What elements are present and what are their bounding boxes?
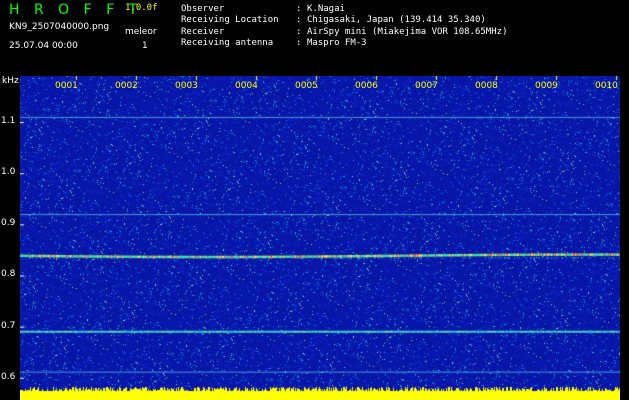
y-tick-label: 0.8	[1, 269, 16, 280]
filename-label: KN9_2507040000.png	[9, 22, 110, 32]
location-value: Chigasaki, Japan (139.414 35.340)	[307, 15, 486, 25]
meleor-label: meleor	[125, 27, 157, 37]
y-tick-label: 1.1	[1, 116, 16, 127]
observer-label: Observer	[181, 4, 225, 14]
datetime-label: 25.07.04 00:00	[9, 41, 78, 51]
receiver-sep: :	[296, 27, 302, 37]
x-tick-label: 0008	[475, 81, 498, 91]
count-value: 1	[142, 41, 148, 51]
x-tick-label: 0003	[175, 81, 198, 91]
y-unit-label: kHz	[2, 76, 19, 86]
location-label: Receiving Location	[181, 15, 279, 25]
antenna-sep: :	[296, 38, 302, 48]
x-tick-label: 0010	[595, 81, 618, 91]
header-panel: H R O F F T 1.0.0f KN9_2507040000.png me…	[0, 0, 629, 76]
antenna-value: Maspro FM-3	[307, 38, 367, 48]
x-tick-label: 0001	[55, 81, 78, 91]
receiver-value: AirSpy mini (Miakejima VOR 108.65MHz)	[307, 27, 508, 37]
receiver-label: Receiver	[181, 27, 225, 37]
x-tick-label: 0005	[295, 81, 318, 91]
y-tick-label: 0.9	[1, 218, 16, 229]
x-tick-label: 0009	[535, 81, 558, 91]
x-tick-label: 0002	[115, 81, 138, 91]
x-tick-label: 0007	[415, 81, 438, 91]
y-tick-label: 1.0	[1, 167, 16, 178]
location-sep: :	[296, 15, 302, 25]
x-tick-label: 0006	[355, 81, 378, 91]
x-tick-label: 0004	[235, 81, 258, 91]
observer-value: K.Nagai	[307, 4, 345, 14]
app-brand: H R O F F T	[9, 2, 143, 18]
waterfall-spectrogram[interactable]	[20, 76, 620, 400]
antenna-label: Receiving antenna	[181, 38, 274, 48]
version-label: 1.0.0f	[125, 3, 158, 13]
y-tick-label: 0.6	[1, 371, 16, 382]
y-tick-label: 0.7	[1, 320, 16, 331]
observer-sep: :	[296, 4, 302, 14]
